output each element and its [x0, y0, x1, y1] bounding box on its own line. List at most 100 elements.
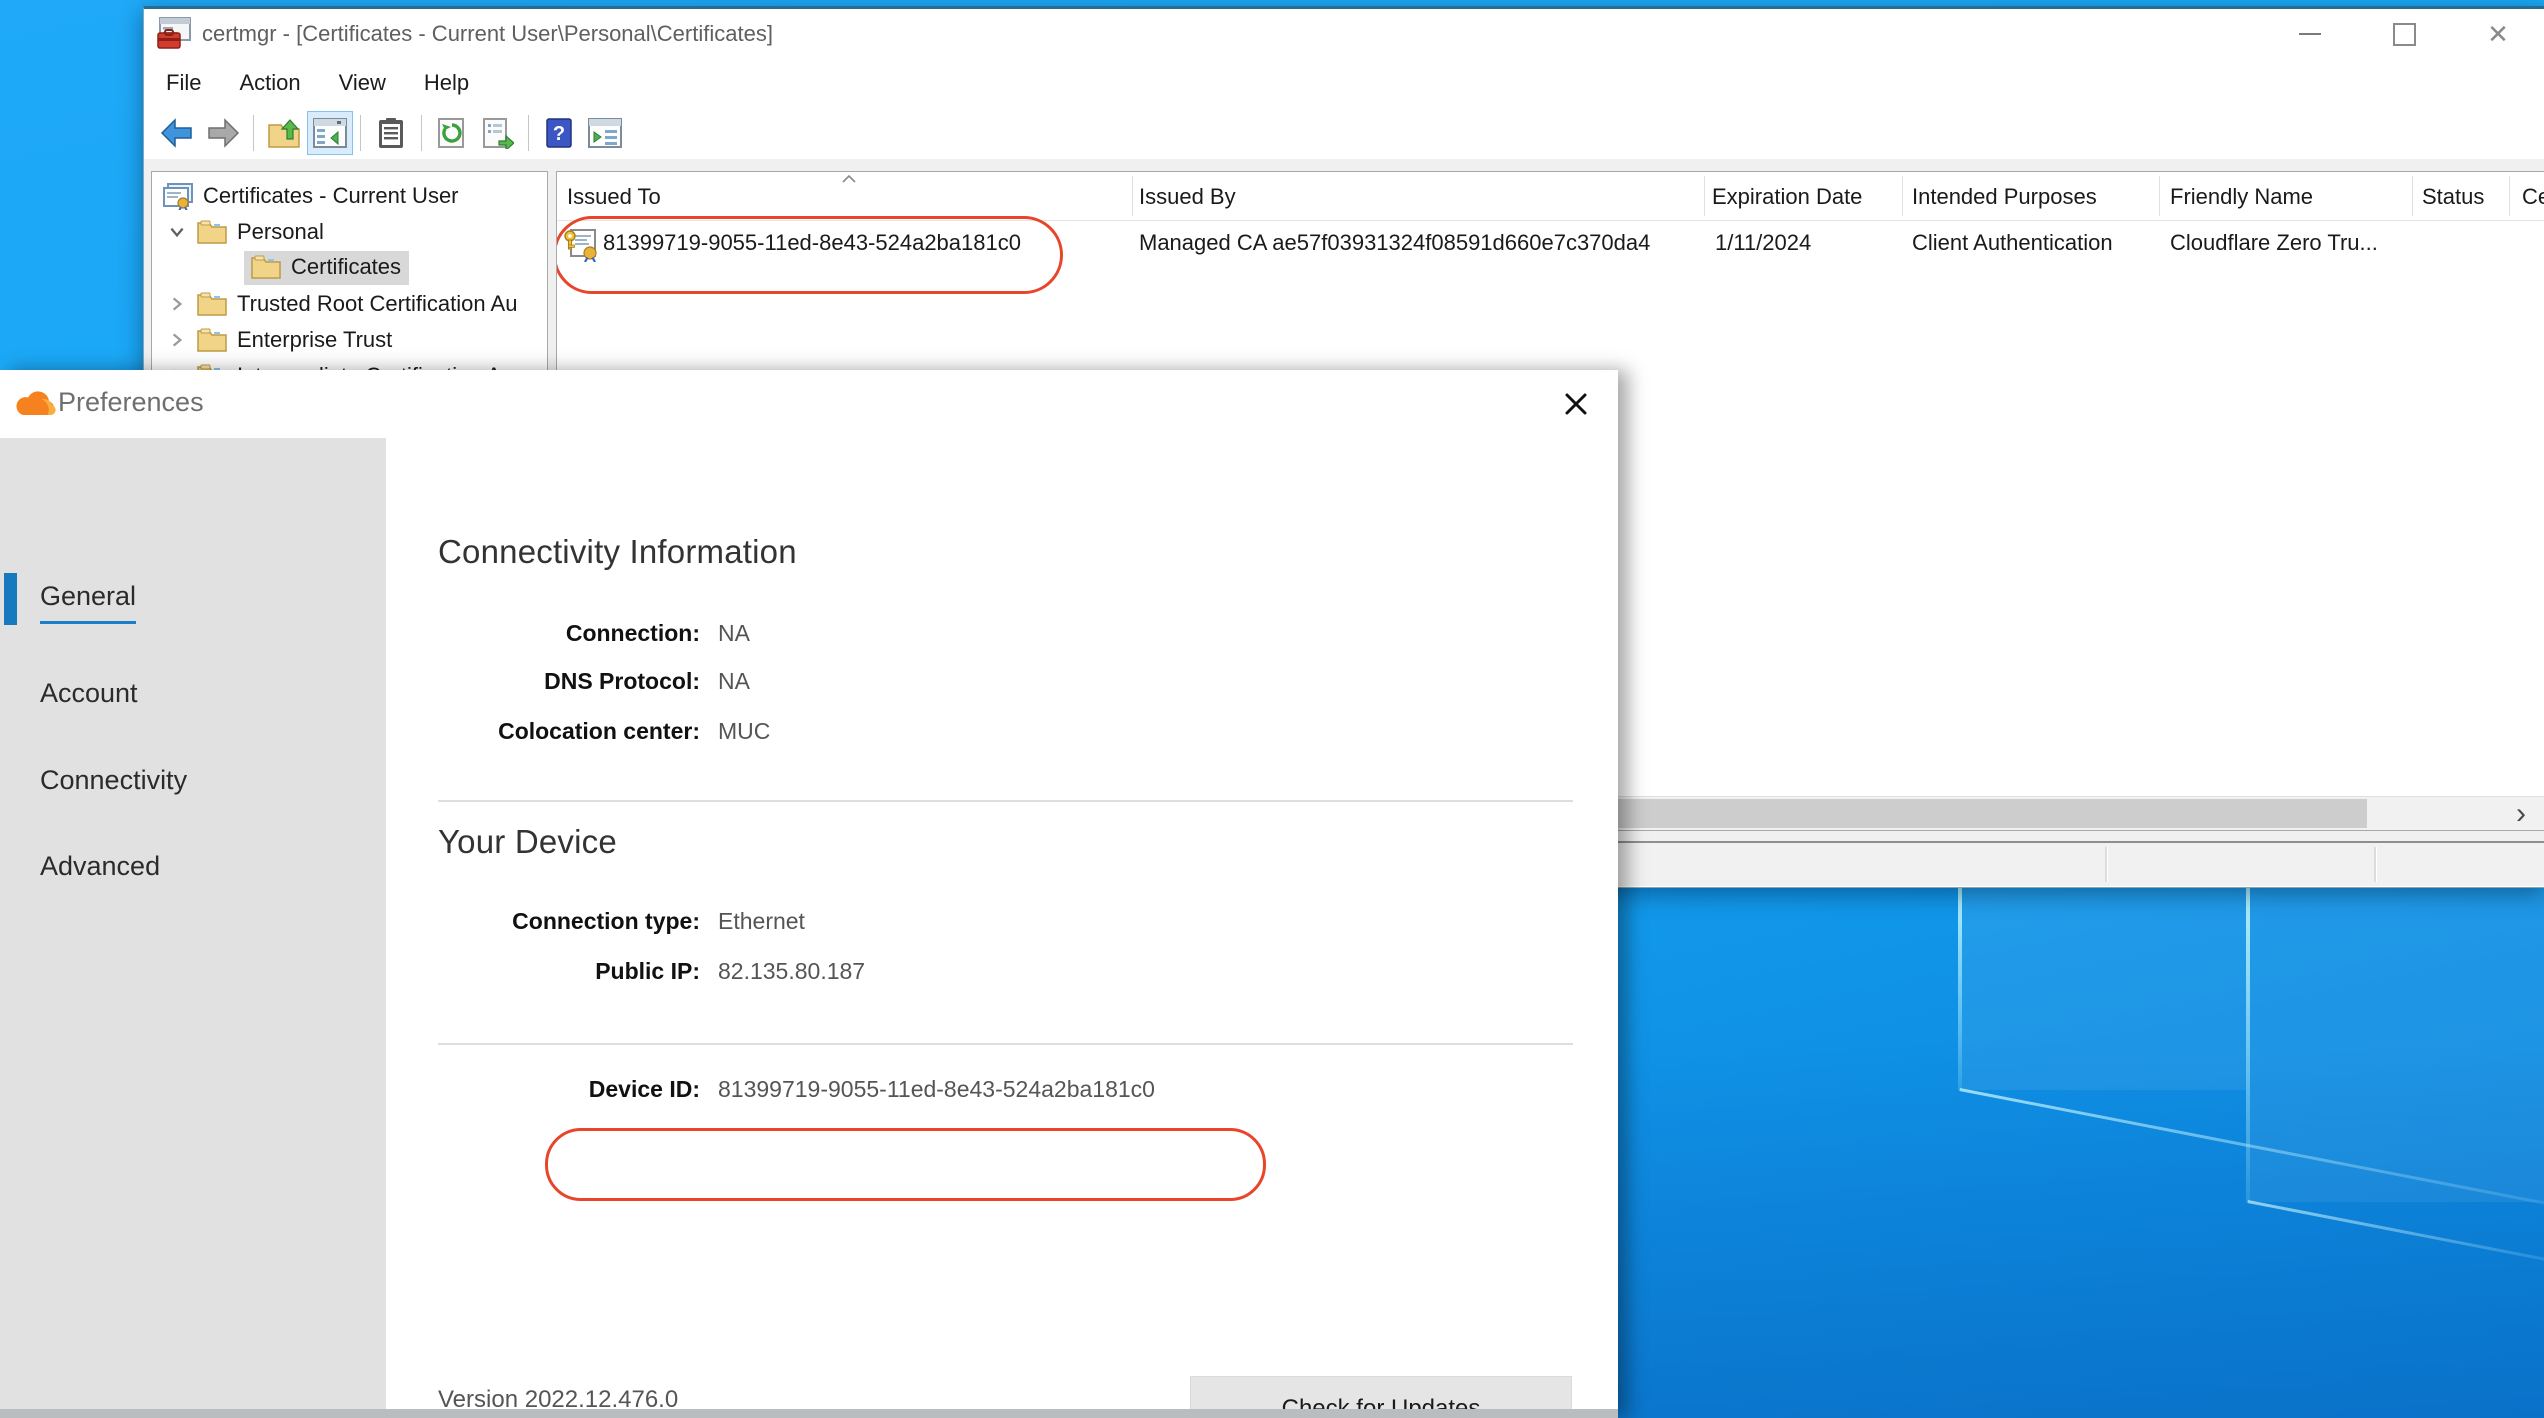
row-value: NA [718, 668, 750, 695]
help-icon: ? [546, 118, 572, 148]
new-window-button[interactable] [582, 111, 628, 155]
info-row-dns-protocol: DNS Protocol: NA [386, 668, 1618, 700]
chevron-down-icon[interactable] [168, 223, 186, 241]
sidebar-item-label: General [40, 581, 136, 624]
column-divider[interactable] [2412, 176, 2413, 216]
minimize-icon [2299, 33, 2321, 35]
up-one-level-icon [267, 117, 301, 149]
wallpaper-beam-line [2247, 1200, 2544, 1266]
column-header-intended-purposes[interactable]: Intended Purposes [1912, 184, 2097, 210]
sidebar-item-connectivity[interactable]: Connectivity [0, 757, 386, 813]
help-button[interactable]: ? [536, 111, 582, 155]
toolbar-separator [528, 115, 529, 151]
column-header-friendly-name[interactable]: Friendly Name [2170, 184, 2313, 210]
folder-icon [250, 253, 282, 281]
info-row-public-ip: Public IP: 82.135.80.187 [386, 958, 1618, 990]
certificate-icon [563, 226, 599, 262]
sidebar-item-general[interactable]: General [0, 573, 386, 629]
maximize-button[interactable] [2357, 9, 2451, 59]
preferences-sidebar: General Account Connectivity Advanced [0, 438, 386, 1418]
row-value: Ethernet [718, 908, 805, 935]
back-button[interactable] [154, 111, 200, 155]
tree-root-label: Certificates - Current User [203, 183, 459, 209]
wallpaper-beam-panel [2250, 884, 2544, 1202]
row-label: Connection: [400, 620, 700, 647]
tree-item-enterprise-trust[interactable]: Enterprise Trust [168, 322, 392, 358]
refresh-button[interactable] [429, 111, 475, 155]
properties-icon [377, 117, 405, 149]
wallpaper-beam-line [2246, 884, 2250, 1202]
row-label: Device ID: [400, 1076, 700, 1103]
cell-issued-by: Managed CA ae57f03931324f08591d660e7c370… [1139, 230, 1650, 256]
chevron-right-icon[interactable] [168, 331, 186, 349]
tree-root-certificates-current-user[interactable]: Certificates - Current User [162, 178, 459, 214]
window-title: certmgr - [Certificates - Current User\P… [202, 21, 773, 47]
statusbar-divider [2105, 847, 2108, 882]
column-divider[interactable] [2509, 176, 2510, 216]
folder-icon [196, 326, 228, 354]
toolbar-separator [360, 115, 361, 151]
row-label: Colocation center: [400, 718, 700, 745]
dialog-bottom-border [0, 1409, 1618, 1418]
sidebar-item-label: Advanced [40, 851, 160, 882]
column-header-issued-by[interactable]: Issued By [1139, 184, 1236, 210]
close-button[interactable]: ✕ [2451, 9, 2544, 59]
tree-item-trusted-root[interactable]: Trusted Root Certification Au [168, 286, 517, 322]
column-divider[interactable] [1902, 176, 1903, 216]
folder-icon [196, 290, 228, 318]
menu-action[interactable]: Action [220, 59, 319, 106]
toolbar-separator [421, 115, 422, 151]
row-value: 82.135.80.187 [718, 958, 865, 985]
preferences-close-button[interactable] [1554, 382, 1598, 426]
tree-item-label: Trusted Root Certification Au [237, 291, 517, 317]
column-header-expiration-date[interactable]: Expiration Date [1712, 184, 1862, 210]
menu-help[interactable]: Help [405, 59, 488, 106]
menubar: File Action View Help [144, 59, 2544, 107]
column-divider[interactable] [1704, 176, 1705, 216]
info-row-connection: Connection: NA [386, 620, 1618, 652]
forward-button[interactable] [200, 111, 246, 155]
menu-file[interactable]: File [147, 59, 220, 106]
column-header-status[interactable]: Status [2422, 184, 2484, 210]
certmgr-titlebar[interactable]: certmgr - [Certificates - Current User\P… [144, 9, 2544, 59]
selected-indicator [4, 573, 17, 625]
properties-button[interactable] [368, 111, 414, 155]
close-icon [1561, 389, 1591, 419]
scrollbar-right-button[interactable]: › [2500, 797, 2542, 830]
sidebar-item-label: Account [40, 678, 138, 709]
cell-expiration-date: 1/11/2024 [1715, 230, 1811, 256]
column-divider[interactable] [1132, 176, 1133, 216]
preferences-header: Preferences [0, 370, 1618, 438]
cloudflare-logo-icon [14, 391, 56, 419]
statusbar-divider [2374, 847, 2377, 882]
tree-item-personal[interactable]: Personal [168, 214, 324, 250]
column-header-certificate-template[interactable]: Ce [2522, 184, 2544, 210]
column-header-issued-to[interactable]: Issued To [567, 184, 661, 210]
tree-item-label: Enterprise Trust [237, 327, 392, 353]
info-row-device-id: Device ID: 81399719-9055-11ed-8e43-524a2… [386, 1076, 1618, 1108]
show-console-tree-button[interactable] [307, 111, 353, 155]
sidebar-item-advanced[interactable]: Advanced [0, 843, 386, 899]
cell-intended-purposes: Client Authentication [1912, 230, 2113, 256]
chevron-right-icon[interactable] [168, 295, 186, 313]
wallpaper-beam-line [1959, 1088, 2544, 1213]
row-label: Connection type: [400, 908, 700, 935]
export-list-icon [482, 117, 514, 149]
show-console-tree-icon [313, 118, 347, 148]
export-list-button[interactable] [475, 111, 521, 155]
row-label: DNS Protocol: [400, 668, 700, 695]
wallpaper-beam-line [1958, 884, 1962, 1090]
menu-view[interactable]: View [320, 59, 405, 106]
column-divider[interactable] [2159, 176, 2160, 216]
up-one-level-button[interactable] [261, 111, 307, 155]
certificate-row[interactable]: 81399719-9055-11ed-8e43-524a2ba181c0 Man… [557, 220, 2544, 268]
tree-item-certificates[interactable]: Certificates [244, 250, 409, 286]
svg-text:?: ? [553, 123, 565, 145]
wallpaper-floor-shade [1618, 1040, 2544, 1418]
sidebar-item-account[interactable]: Account [0, 670, 386, 726]
close-icon: ✕ [2487, 21, 2509, 47]
toolbar: ? [144, 106, 2544, 160]
minimize-button[interactable] [2263, 9, 2357, 59]
tree-item-label: Certificates [291, 254, 401, 280]
row-value: MUC [718, 718, 770, 745]
